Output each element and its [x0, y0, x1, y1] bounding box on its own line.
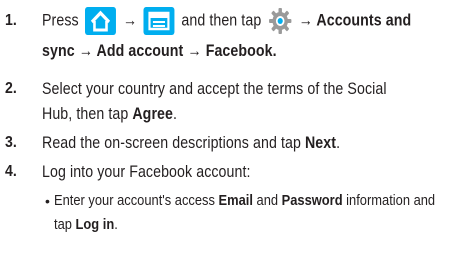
step-3-line: Read the on-screen descriptions and tap … — [42, 134, 341, 152]
step-1-line-2: sync → Add account → Facebook. — [42, 42, 277, 60]
step-number: 2. — [5, 80, 17, 97]
step-2-line-1: Select your country and accept the terms… — [42, 80, 387, 98]
sub-bullet-line-2: tap Log in. — [54, 216, 118, 233]
step-1-line-1: Press → and then tap → Accounts and — [42, 6, 411, 36]
home-icon — [85, 7, 117, 35]
settings-gear-icon — [267, 6, 293, 36]
step-2-line-2: Hub, then tap Agree. — [42, 105, 178, 123]
bullet-marker: • — [45, 193, 50, 209]
step-number: 3. — [5, 134, 17, 151]
step-number: 1. — [5, 12, 17, 29]
sub-bullet-line-1: Enter your account's access Email and Pa… — [54, 192, 436, 209]
instruction-page: 1. Press → and then tap → Accounts and s… — [0, 0, 473, 257]
step-number: 4. — [5, 163, 17, 180]
step-4-line: Log into your Facebook account: — [42, 163, 251, 181]
menu-icon — [143, 7, 175, 35]
